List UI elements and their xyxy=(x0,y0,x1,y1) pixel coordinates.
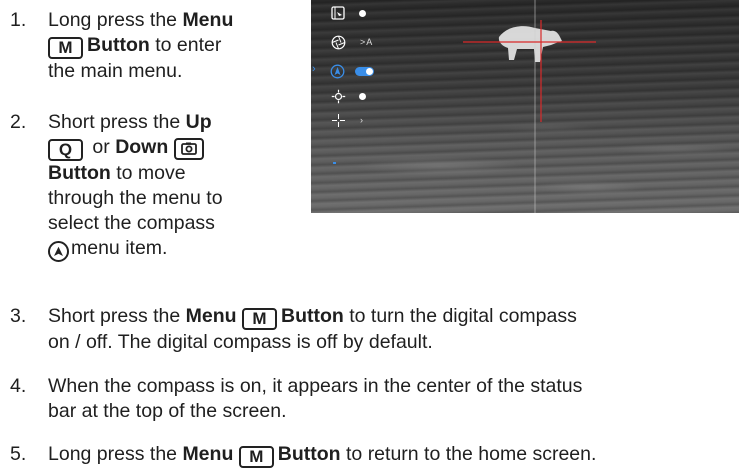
scope-menu-item-compass xyxy=(330,62,374,80)
step-text: to return to the home screen. xyxy=(340,443,597,465)
down-label: Down xyxy=(115,136,169,158)
menu-value-arrow: >A xyxy=(360,37,374,47)
step-3: 3. Short press the Menu M Button to turn … xyxy=(10,304,577,355)
picture-in-picture-icon xyxy=(330,5,346,21)
scope-menu: › >A › xyxy=(311,0,381,213)
step-text: the main menu. xyxy=(48,59,183,82)
step-2: 2. Short press the Up Q or Down Button t… xyxy=(10,110,223,262)
button-label: Button xyxy=(281,305,344,327)
step-text: to enter xyxy=(149,34,222,56)
menu-label: Menu xyxy=(182,443,234,465)
step-4: 4. When the compass is on, it appears in… xyxy=(10,374,582,424)
brightness-icon xyxy=(330,88,346,104)
menu-label: Menu xyxy=(182,9,234,31)
step-number: 4. xyxy=(10,375,27,397)
step-text: When the compass is on, it appears in th… xyxy=(48,375,583,397)
reticle-icon xyxy=(330,112,346,128)
scope-menu-item: › xyxy=(330,111,374,129)
selection-caret-icon: › xyxy=(312,63,316,75)
menu-key-icon: M xyxy=(242,307,277,330)
toggle-dot-icon xyxy=(359,9,366,17)
camera-key-icon xyxy=(173,137,204,160)
step-text: through the menu to xyxy=(48,186,223,209)
step-text: bar at the top of the screen. xyxy=(48,400,287,422)
step-number: 5. xyxy=(10,443,27,465)
step-text: to move xyxy=(110,161,186,184)
step-5: 5. Long press the Menu M Button to return… xyxy=(10,442,596,468)
step-text: to turn the digital compass xyxy=(343,305,577,327)
up-key-icon: Q xyxy=(48,138,83,161)
step-text: on / off. The digital compass is off by … xyxy=(48,330,433,353)
step-text: select the compass xyxy=(48,211,215,234)
button-label: Button xyxy=(48,161,111,184)
thermal-screen-image: › >A › xyxy=(311,0,739,213)
step-number: 2. xyxy=(10,111,27,133)
aperture-icon xyxy=(330,34,346,50)
compass-icon xyxy=(48,240,69,262)
up-label: Up xyxy=(185,111,212,133)
button-label: Button xyxy=(87,34,150,56)
button-label: Button xyxy=(277,443,341,465)
step-number: 1. xyxy=(10,9,27,31)
menu-key-icon: M xyxy=(48,36,83,59)
scope-menu-item xyxy=(330,87,374,105)
menu-key-icon: M xyxy=(238,445,274,468)
compass-icon xyxy=(330,63,345,79)
scope-menu-item: >A xyxy=(330,33,374,51)
step-text: menu item. xyxy=(71,236,168,259)
step-text: Short press the xyxy=(48,305,186,327)
step-1: 1. Long press the Menu M Button to enter … xyxy=(10,8,233,84)
indicator-dot xyxy=(333,162,336,164)
compass-toggle xyxy=(355,66,374,76)
menu-value-arrow: › xyxy=(360,115,364,125)
step-text: or xyxy=(87,136,116,158)
step-text: Long press the xyxy=(48,9,183,31)
menu-label: Menu xyxy=(185,305,237,327)
scope-menu-item xyxy=(330,4,374,22)
step-text: Short press the xyxy=(48,111,186,133)
step-number: 3. xyxy=(10,305,27,327)
toggle-dot-icon xyxy=(359,92,366,100)
step-text: Long press the xyxy=(48,443,183,465)
